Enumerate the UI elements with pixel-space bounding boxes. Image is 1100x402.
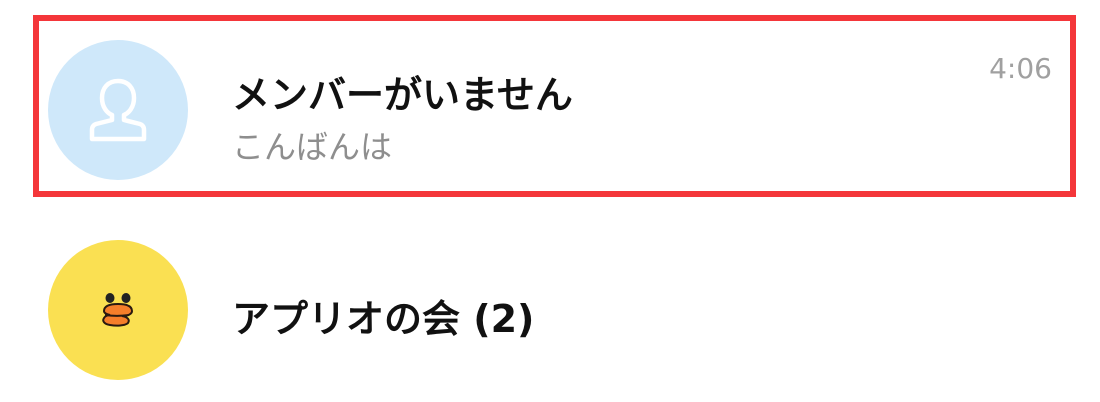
chat-timestamp: 4:06	[989, 52, 1052, 85]
chat-last-message: こんばんは	[232, 128, 393, 166]
chat-list-item[interactable]: メンバーがいません こんばんは 4:06	[0, 22, 1100, 202]
sally-chick-icon	[102, 293, 134, 327]
default-avatar	[48, 40, 188, 180]
chat-list-item[interactable]: アプリオの会 (2)	[0, 222, 1100, 402]
group-avatar	[48, 240, 188, 380]
chat-name: アプリオの会 (2)	[232, 297, 535, 341]
chat-name: メンバーがいません	[232, 73, 573, 117]
person-icon	[89, 78, 147, 142]
